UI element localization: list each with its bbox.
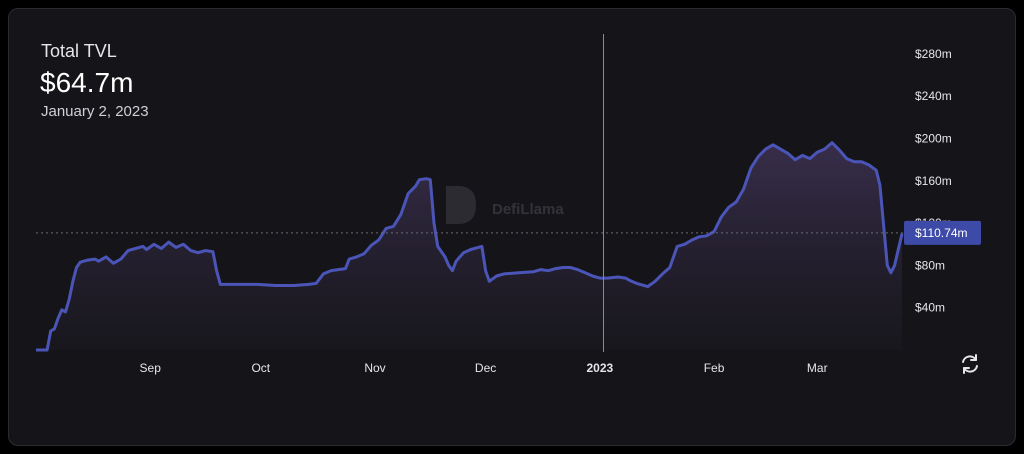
y-tick-label: $40m: [915, 301, 945, 315]
tvl-area-chart[interactable]: DefiLlama $40m$80m$120m$160m$200m$240m$2…: [0, 0, 1024, 454]
y-tick-label: $160m: [915, 174, 952, 188]
refresh-icon[interactable]: [958, 352, 982, 376]
x-tick-label: Dec: [475, 361, 496, 375]
defillama-watermark: DefiLlama: [446, 186, 564, 224]
crosshair-price-label: $110.74m: [904, 220, 981, 245]
defillama-logo-icon: [446, 186, 476, 224]
y-tick-label: $240m: [915, 89, 952, 103]
x-tick-label: Feb: [704, 361, 725, 375]
x-tick-label: Nov: [364, 361, 385, 375]
x-tick-label: 2023: [586, 361, 613, 375]
watermark-text: DefiLlama: [492, 201, 564, 218]
y-tick-label: $280m: [915, 47, 952, 61]
x-tick-label: Mar: [807, 361, 828, 375]
crosshair-price-text: $110.74m: [915, 226, 967, 240]
y-tick-label: $80m: [915, 258, 945, 272]
x-tick-label: Oct: [251, 361, 270, 375]
y-tick-label: $200m: [915, 132, 952, 146]
x-tick-label: Sep: [140, 361, 162, 375]
